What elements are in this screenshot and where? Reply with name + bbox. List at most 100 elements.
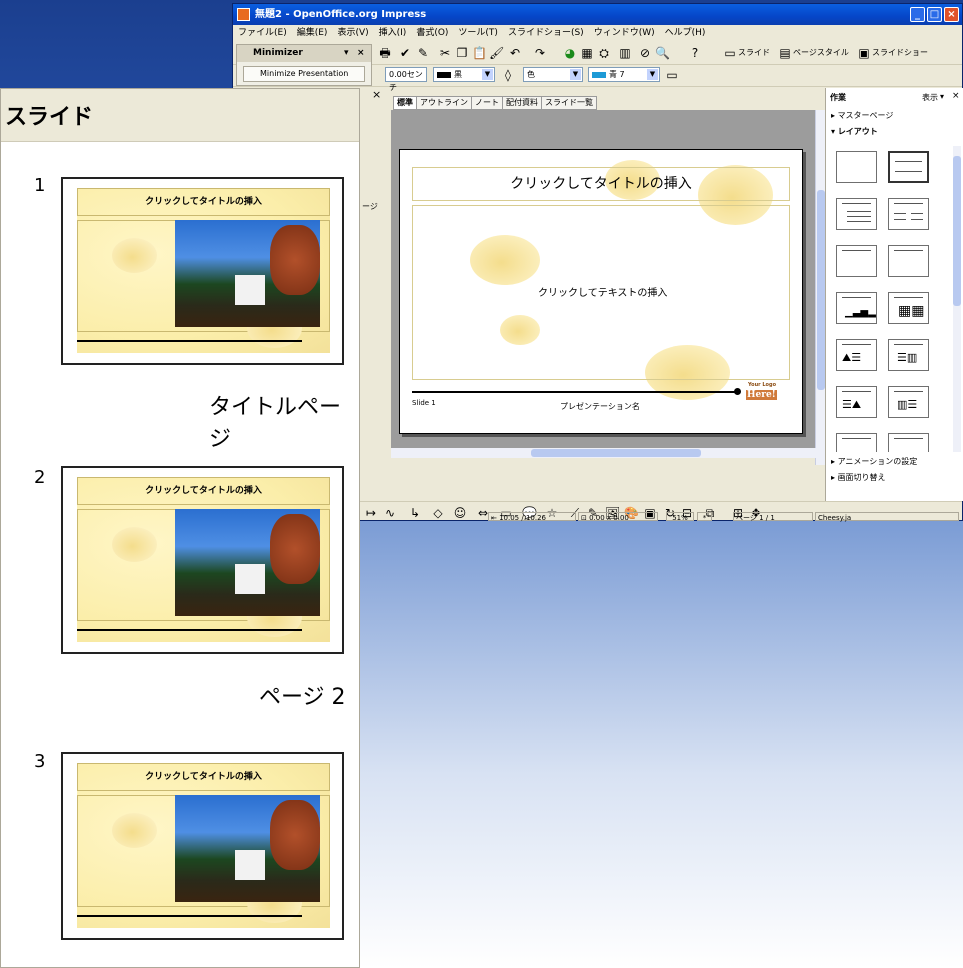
minimizer-dropdown-icon[interactable]: ▾ — [344, 45, 349, 62]
layout-blank[interactable] — [836, 151, 877, 183]
himeji-castle-photo[interactable] — [175, 795, 320, 902]
help-icon[interactable]: ? — [688, 46, 702, 60]
himeji-castle-photo[interactable] — [175, 220, 320, 327]
layout-title-only[interactable] — [888, 151, 929, 183]
layout-title-two-columns[interactable] — [888, 198, 929, 230]
menu-tools[interactable]: ツール(T) — [458, 28, 498, 38]
layout-scroll-thumb[interactable] — [953, 156, 961, 306]
redo-icon[interactable]: ↷ — [533, 46, 547, 60]
menu-file[interactable]: ファイル(E) — [238, 28, 287, 38]
layout-title-content[interactable] — [836, 198, 877, 230]
presentation-name-footer[interactable]: プレゼンテーション名 — [560, 401, 640, 412]
section-custom-animation-label: アニメーションの設定 — [837, 457, 918, 466]
menu-view[interactable]: 表示(V) — [337, 28, 368, 38]
view-tabs: 標準 アウトライン ノート 配付資料 スライド一覧 — [393, 96, 597, 110]
thumb-title: クリックしてタイトルの挿入 — [77, 188, 330, 216]
grid-icon[interactable]: ▥ — [618, 46, 632, 60]
content-placeholder[interactable]: クリックしてテキストの挿入 — [412, 205, 790, 380]
zoom-readout[interactable]: 51% — [666, 512, 694, 522]
task-pane-view-menu[interactable]: 表示 — [922, 92, 938, 103]
fill-color-select[interactable]: 青 7 ▼ — [588, 67, 660, 82]
horizontal-scroll-thumb[interactable] — [531, 449, 701, 457]
slide-thumbnail-2[interactable]: クリックしてタイトルの挿入 — [61, 466, 344, 654]
autospell-icon[interactable]: ✎ — [416, 46, 430, 60]
chart-text-icon: ▥☰ — [897, 398, 918, 411]
page-style-button[interactable]: ページスタイル — [793, 47, 849, 58]
layout-text-chart[interactable]: ☰▥ — [888, 339, 929, 371]
table-icon[interactable]: ▦ — [580, 46, 594, 60]
chevron-down-icon: ▼ — [647, 69, 658, 80]
undo-icon[interactable]: ↶ — [508, 46, 522, 60]
slide-number-3: 3 — [34, 751, 46, 772]
slide-number-footer[interactable]: Slide 1 — [412, 399, 436, 407]
slides-pane-close-icon[interactable]: × — [372, 88, 381, 101]
navigator-icon[interactable]: ⊘ — [638, 46, 652, 60]
menu-slideshow[interactable]: スライドショー(S) — [508, 28, 584, 38]
maximize-window-button[interactable]: □ — [927, 7, 942, 22]
section-slide-transition[interactable]: ▸ 画面切り替え — [831, 472, 886, 483]
zoom-icon[interactable]: 🔍 — [655, 46, 670, 60]
tab-outline[interactable]: アウトライン — [416, 96, 472, 110]
minimizer-header[interactable]: Minimizer ▾ × — [237, 45, 371, 62]
layout-text-clipart[interactable]: ☰⛰ — [836, 386, 877, 418]
format-paintbrush-icon[interactable]: 🖌 — [489, 46, 504, 60]
paste-icon[interactable]: 📋 — [472, 46, 487, 60]
current-slide[interactable]: クリックしてタイトルの挿入 クリックしてテキストの挿入 Slide 1 プレゼン… — [399, 149, 803, 434]
close-window-button[interactable]: × — [944, 7, 959, 22]
layout-title-slide[interactable] — [836, 245, 877, 277]
shadow-icon[interactable]: ▭ — [665, 68, 679, 82]
layout-title-2-objects[interactable] — [888, 433, 929, 452]
slide-button[interactable]: スライド — [738, 47, 770, 58]
layout-chart-text[interactable]: ▥☰ — [888, 386, 929, 418]
slide-thumbnail-3[interactable]: クリックしてタイトルの挿入 — [61, 752, 344, 940]
spellcheck-icon[interactable]: ✔ — [398, 46, 412, 60]
layout-clipart-text[interactable]: ⛰☰ — [836, 339, 877, 371]
task-pane-close-icon[interactable]: × — [952, 91, 960, 101]
chart-icon[interactable]: ◕ — [563, 46, 577, 60]
slide-thumbnail-1[interactable]: クリックしてタイトルの挿入 — [61, 177, 344, 365]
minimize-presentation-button[interactable]: Minimize Presentation — [243, 66, 365, 82]
section-custom-animation[interactable]: ▸ アニメーションの設定 — [831, 456, 917, 467]
title-bar[interactable]: 無題2 - OpenOffice.org Impress _ □ × — [233, 4, 962, 25]
slide-number-2: 2 — [34, 467, 46, 488]
himeji-castle-photo[interactable] — [175, 509, 320, 616]
area-fill-icon[interactable]: ◊ — [501, 68, 515, 82]
line-width-spinbox[interactable]: 0.00センチ — [385, 67, 427, 92]
menu-edit[interactable]: 編集(E) — [297, 28, 328, 38]
copy-icon[interactable]: ❐ — [455, 46, 469, 60]
print-icon[interactable]: 🖶 — [378, 46, 392, 60]
layout-scrollbar[interactable] — [953, 146, 961, 452]
thumb-title: クリックしてタイトルの挿入 — [77, 477, 330, 505]
menu-window[interactable]: ウィンドウ(W) — [594, 28, 655, 38]
tab-slide-sorter[interactable]: スライド一覧 — [541, 96, 597, 110]
tab-handout[interactable]: 配付資料 — [502, 96, 542, 110]
line-color-value: 黒 — [454, 70, 462, 79]
new-slide-icon[interactable]: ▭ — [723, 46, 737, 60]
task-pane-dropdown-icon[interactable]: ▾ — [940, 92, 944, 101]
vertical-scroll-thumb[interactable] — [817, 190, 825, 390]
minimizer-close-icon[interactable]: × — [357, 45, 365, 62]
line-ends-arrow-icon[interactable]: ↦ — [364, 506, 378, 520]
bubble-shape — [112, 238, 157, 273]
menu-insert[interactable]: 挿入(I) — [379, 28, 407, 38]
section-master-pages[interactable]: ▸ マスターページ — [831, 110, 893, 121]
slideshow-icon[interactable]: ▣ — [857, 46, 871, 60]
page-style-icon[interactable]: ▤ — [778, 46, 792, 60]
horizontal-scrollbar[interactable] — [391, 448, 816, 458]
tab-notes[interactable]: ノート — [471, 96, 503, 110]
layout-title-chart[interactable]: ▁▃▅▂ — [836, 292, 877, 324]
title-placeholder[interactable]: クリックしてタイトルの挿入 — [412, 167, 790, 201]
section-layouts[interactable]: ▾ レイアウト — [831, 126, 878, 137]
draw-functions-icon[interactable]: ⛭ — [597, 46, 611, 60]
line-color-select[interactable]: 黒 ▼ — [433, 67, 495, 82]
slideshow-button[interactable]: スライドショー — [872, 47, 928, 58]
menu-help[interactable]: ヘルプ(H) — [665, 28, 706, 38]
minimize-window-button[interactable]: _ — [910, 7, 925, 22]
tab-normal[interactable]: 標準 — [393, 96, 417, 110]
layout-title-table[interactable]: ▦▦ — [888, 292, 929, 324]
layout-title-box[interactable] — [888, 245, 929, 277]
layout-title-object[interactable] — [836, 433, 877, 452]
fill-type-select[interactable]: 色 ▼ — [523, 67, 583, 82]
menu-format[interactable]: 書式(O) — [416, 28, 448, 38]
cut-icon[interactable]: ✂ — [438, 46, 452, 60]
